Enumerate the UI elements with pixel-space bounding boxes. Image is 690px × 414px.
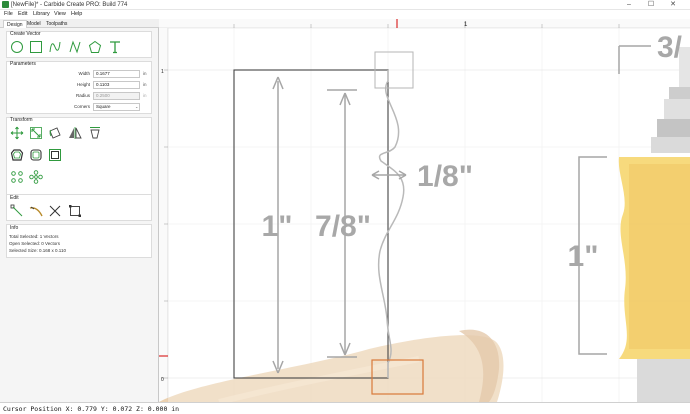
dimension-right-1in-label: 1" (568, 240, 599, 273)
menu-view[interactable]: View (54, 10, 66, 19)
smooth-icon[interactable] (29, 148, 43, 162)
dimension-1-8-label: 1/8" (417, 160, 473, 193)
edit-title: Edit (10, 195, 19, 201)
radius-field[interactable]: 0.2500 (93, 92, 140, 100)
dimension-partial-label: 3/ (657, 31, 683, 64)
menu-edit[interactable]: Edit (18, 10, 27, 19)
menu-help[interactable]: Help (71, 10, 82, 19)
sidebar: Create Vector Parameters Width 0.1677 in… (0, 28, 159, 402)
move-icon[interactable] (10, 126, 24, 140)
top-ruler (159, 19, 690, 28)
menu-library[interactable]: Library (33, 10, 50, 19)
status-bar: Cursor Position X: 0.779 Y: 0.072 Z: 0.0… (0, 402, 690, 414)
polyline-icon[interactable] (68, 40, 82, 54)
trim-icon[interactable] (29, 204, 43, 218)
title-bar: [NewFile]* - Carbide Create PRO: Build 7… (0, 0, 690, 10)
rectangle-icon[interactable] (29, 40, 43, 54)
align-icon[interactable] (88, 126, 102, 140)
cut-icon[interactable] (48, 204, 62, 218)
circular-array-icon[interactable] (29, 170, 43, 184)
open-selected-text: Open Selected: 0 Vectors (9, 241, 61, 246)
corners-label: Corners (73, 104, 90, 109)
dimension-7-8-label: 7/8" (315, 210, 371, 243)
design-canvas[interactable]: 1" 7/8" 1/8" 1" 3/ 1 1 0 (159, 19, 690, 402)
node-edit-icon[interactable] (10, 204, 24, 218)
ruler-left-label-0: 0 (161, 377, 164, 383)
window-title: [NewFile]* - Carbide Create PRO: Build 7… (11, 2, 128, 8)
minimize-button[interactable]: – (620, 0, 638, 10)
ruler-left-label-1: 1 (161, 69, 164, 75)
canvas-drawing: 1" 7/8" 1/8" 1" 3/ 1 1 0 (159, 19, 690, 402)
corners-select[interactable]: Square (93, 103, 140, 111)
tab-toolpaths[interactable]: Toolpaths (43, 20, 70, 28)
rotate-icon[interactable] (48, 126, 62, 140)
create-vector-title: Create Vector (10, 31, 41, 37)
menu-bar: File Edit Library View Help (0, 10, 690, 19)
curve-icon[interactable] (48, 40, 62, 54)
radius-label: Radius (75, 93, 90, 98)
radius-unit: in (143, 93, 147, 98)
menu-file[interactable]: File (4, 10, 13, 19)
transform-title: Transform (10, 117, 33, 123)
boolean-icon[interactable] (48, 148, 62, 162)
scale-icon[interactable] (29, 126, 43, 140)
width-label: Width (78, 71, 90, 76)
fit-icon[interactable] (68, 204, 82, 218)
tab-model[interactable]: Model (24, 20, 44, 28)
height-field[interactable]: 0.1103 (93, 81, 140, 89)
selected-size-text: Selected Size: 0.168 x 0.110 (9, 248, 66, 253)
parameters-title: Parameters (10, 61, 36, 67)
total-selected-text: Total Selected: 1 Vectors (9, 234, 59, 239)
chevron-down-icon: ⌄ (135, 104, 139, 109)
left-ruler (159, 28, 168, 402)
width-unit: in (143, 71, 147, 76)
height-label: Height (76, 82, 90, 87)
circle-icon[interactable] (10, 40, 24, 54)
app-icon (2, 1, 9, 8)
array-icon[interactable] (10, 170, 24, 184)
width-field[interactable]: 0.1677 (93, 70, 140, 78)
close-button[interactable]: ✕ (664, 0, 682, 10)
sidebar-tabs: Design Model Toolpaths (0, 19, 159, 28)
dimension-1in-label: 1" (262, 210, 293, 243)
polygon-icon[interactable] (88, 40, 102, 54)
info-title: Info (10, 225, 19, 231)
mirror-icon[interactable] (68, 126, 82, 140)
height-unit: in (143, 82, 147, 87)
cursor-position-text: Cursor Position X: 0.779 Y: 0.072 Z: 0.0… (3, 405, 180, 413)
maximize-button[interactable]: ☐ (642, 0, 660, 10)
text-icon[interactable] (108, 40, 122, 54)
offset-icon[interactable] (10, 148, 24, 162)
